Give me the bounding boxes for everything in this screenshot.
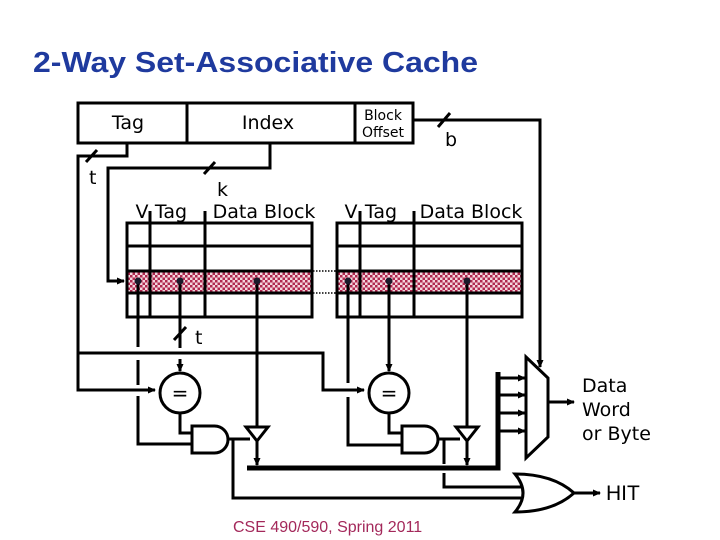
or-gate: [511, 472, 577, 514]
tap-dot: [344, 277, 352, 285]
address-block-offset-label-1: Block: [364, 108, 403, 124]
way-1-compare-out: [387, 413, 402, 435]
tap-dot: [176, 277, 184, 285]
way-1-data-header: Data Block: [420, 201, 523, 223]
way-1-valid-header: V: [345, 201, 358, 223]
tag-width-label: t: [89, 167, 96, 189]
tap-dot: [253, 277, 261, 285]
way-1-selected-row: [338, 271, 521, 293]
data-output-label-2: Word: [582, 399, 631, 421]
offset-width-label: b: [445, 129, 457, 151]
address-block-offset-label-2: Offset: [362, 125, 405, 141]
address-fields: Tag Index Block Offset: [76, 101, 415, 145]
address-tag-label: Tag: [111, 112, 144, 134]
way-1-table: V Tag Data Block: [335, 201, 524, 319]
way-1-comparator-symbol: =: [381, 381, 398, 405]
way-0-selected-row: [128, 271, 311, 293]
slide-title: 2-Way Set-Associative Cache: [33, 47, 478, 79]
address-index-label: Index: [242, 112, 294, 134]
cache-diagram: 2-Way Set-Associative Cache Tag Index Bl…: [33, 47, 651, 536]
hit-logic: HIT: [511, 472, 640, 514]
data-output-label-1: Data: [582, 375, 627, 397]
way-0-valid-header: V: [136, 201, 149, 223]
tap-dot: [385, 277, 393, 285]
way-1-hit-wire: [442, 439, 521, 489]
way-0-tag-header: Tag: [154, 201, 187, 223]
way-0-compare-width-label: t: [195, 327, 202, 349]
tap-dot: [463, 277, 471, 285]
data-output-label-3: or Byte: [582, 423, 651, 445]
way-0-comparator-symbol: =: [172, 381, 189, 405]
way-0-and-gate: [190, 424, 230, 455]
way-1-tag-header: Tag: [364, 201, 397, 223]
tag-wire-branch: [78, 351, 365, 394]
hit-label: HIT: [606, 482, 640, 505]
word-select-mux: [524, 353, 550, 462]
way-0-compare-out: [178, 413, 192, 435]
index-width-label: k: [217, 179, 228, 201]
way-0-data-header: Data Block: [213, 201, 316, 223]
tap-dot: [134, 277, 142, 285]
way-1-and-gate: [400, 424, 440, 455]
way-0-table: V Tag Data Block: [125, 201, 316, 319]
data-bus-and-mux: Data Word or Byte: [247, 353, 651, 471]
slide-footer: CSE 490/590, Spring 2011: [233, 519, 422, 536]
